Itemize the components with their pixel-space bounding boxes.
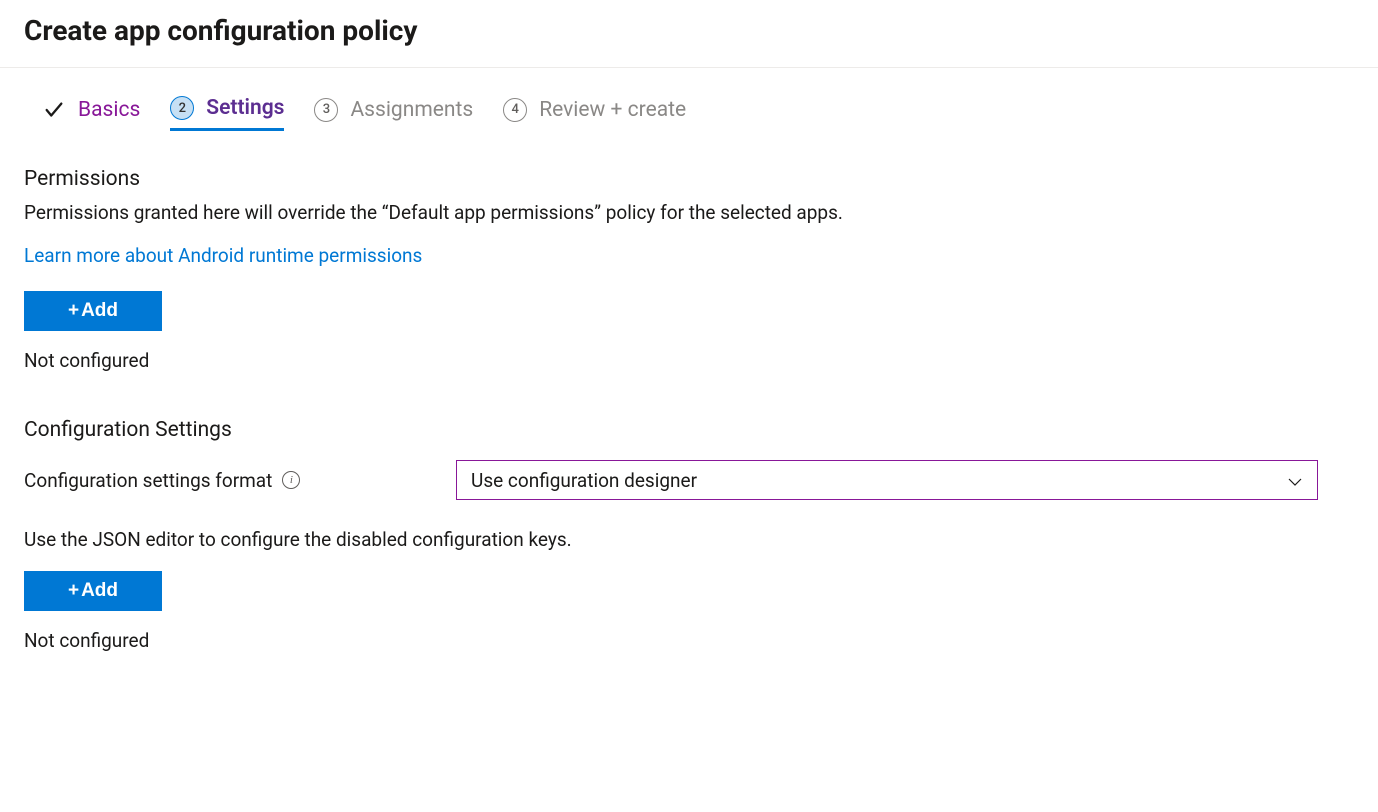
learn-more-link[interactable]: Learn more about Android runtime permiss… [24, 244, 422, 267]
wizard-step-assignments[interactable]: 3 Assignments [314, 98, 473, 130]
configuration-settings-section: Configuration Settings Configuration set… [24, 418, 1354, 652]
config-format-selected-value: Use configuration designer [471, 469, 697, 492]
plus-icon: + [68, 580, 79, 602]
wizard-step-label: Review + create [539, 98, 686, 122]
wizard-step-review-create[interactable]: 4 Review + create [503, 98, 686, 130]
config-heading: Configuration Settings [24, 418, 1354, 442]
permissions-description: Permissions granted here will override t… [24, 201, 1354, 224]
wizard-step-label: Settings [206, 96, 284, 120]
step-number-badge: 4 [503, 98, 527, 122]
config-hint: Use the JSON editor to configure the dis… [24, 528, 1354, 551]
main-content: Basics 2 Settings 3 Assignments 4 Review… [0, 68, 1378, 738]
add-button-label: Add [81, 580, 118, 602]
step-number-badge: 3 [314, 98, 338, 122]
wizard-step-basics[interactable]: Basics [42, 98, 140, 130]
plus-icon: + [68, 300, 79, 322]
checkmark-icon [42, 98, 66, 122]
add-button-label: Add [81, 300, 118, 322]
config-format-row: Configuration settings format i Use conf… [24, 460, 1354, 500]
info-icon[interactable]: i [282, 471, 300, 489]
permissions-section: Permissions Permissions granted here wil… [24, 167, 1354, 372]
config-format-select[interactable]: Use configuration designer [456, 460, 1318, 500]
page-header: Create app configuration policy [0, 0, 1378, 68]
config-format-label: Configuration settings format [24, 469, 272, 492]
permissions-heading: Permissions [24, 167, 1354, 191]
wizard-nav: Basics 2 Settings 3 Assignments 4 Review… [24, 96, 1354, 131]
config-format-label-wrap: Configuration settings format i [24, 469, 456, 492]
add-permission-button[interactable]: +Add [24, 291, 162, 331]
wizard-step-settings[interactable]: 2 Settings [170, 96, 284, 131]
wizard-step-label: Basics [78, 98, 140, 122]
chevron-down-icon [1287, 472, 1303, 488]
wizard-step-label: Assignments [350, 98, 473, 122]
step-number-badge: 2 [170, 96, 194, 120]
permissions-status: Not configured [24, 349, 1354, 372]
config-status: Not configured [24, 629, 1354, 652]
page-title: Create app configuration policy [24, 14, 1354, 47]
add-config-button[interactable]: +Add [24, 571, 162, 611]
